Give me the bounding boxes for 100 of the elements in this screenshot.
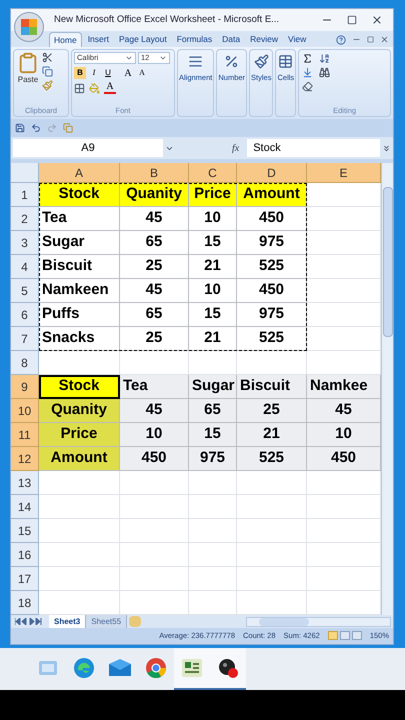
row-header[interactable]: 16	[11, 543, 39, 567]
row-header[interactable]: 1	[11, 183, 39, 207]
column-header[interactable]: B	[120, 163, 189, 183]
name-box[interactable]: A9	[13, 139, 163, 157]
vertical-scrollbar[interactable]	[381, 163, 393, 615]
restore-icon[interactable]	[367, 36, 374, 43]
borders-icon[interactable]	[74, 82, 85, 94]
row-header[interactable]: 11	[11, 423, 39, 447]
sheet-tab[interactable]: Sheet3	[49, 615, 86, 628]
row-header[interactable]: 3	[11, 231, 39, 255]
table-cell: Sugar	[189, 375, 237, 399]
column-header[interactable]: D	[237, 163, 307, 183]
undo-icon[interactable]	[31, 123, 41, 133]
table-cell: 525	[237, 255, 307, 279]
close-icon[interactable]	[380, 35, 389, 44]
fill-down-icon[interactable]	[302, 67, 314, 78]
office-button[interactable]	[14, 12, 44, 42]
ribbon-tab[interactable]: Formulas	[172, 32, 216, 47]
ribbon-tab[interactable]: Page Layout	[114, 32, 171, 47]
table-cell: Tea	[120, 375, 189, 399]
table-cell: 975	[237, 303, 307, 327]
formula-field[interactable]: Stock	[247, 139, 380, 157]
clear-icon[interactable]	[302, 81, 314, 92]
sort-icon[interactable]	[319, 53, 330, 64]
maximize-icon[interactable]	[347, 15, 357, 25]
table-cell: 45	[120, 207, 189, 231]
sheet-tab[interactable]: Sheet55	[86, 615, 128, 628]
table-cell: 975	[189, 447, 237, 471]
format-painter-icon[interactable]	[42, 80, 53, 91]
row-header[interactable]: 15	[11, 519, 39, 543]
table-cell: 525	[237, 327, 307, 351]
save-icon[interactable]	[15, 123, 25, 133]
table-cell: Namkeen	[39, 279, 120, 303]
table-cell: 10	[307, 423, 381, 447]
table-icon	[278, 54, 294, 69]
table-cell: 65	[120, 303, 189, 327]
table-cell: 45	[120, 279, 189, 303]
column-header[interactable]: C	[189, 163, 237, 183]
table-cell: 25	[120, 327, 189, 351]
shrink-font-button[interactable]: A	[136, 67, 148, 79]
table-cell: Amount	[237, 183, 307, 207]
table-cell: 65	[120, 231, 189, 255]
find-icon[interactable]	[319, 67, 330, 78]
close-icon[interactable]	[371, 14, 383, 26]
format-button[interactable]: U	[102, 67, 114, 79]
font-color-button[interactable]: A	[104, 82, 116, 94]
table-cell: 21	[237, 423, 307, 447]
sum-icon[interactable]	[302, 53, 314, 64]
row-header[interactable]: 13	[11, 471, 39, 495]
table-cell: 10	[120, 423, 189, 447]
table-cell: 10	[189, 207, 237, 231]
cut-icon[interactable]	[42, 52, 53, 63]
paste-button[interactable]: Paste	[14, 50, 42, 105]
copy-icon[interactable]	[42, 66, 53, 77]
row-header[interactable]: 4	[11, 255, 39, 279]
taskbar-button[interactable]	[210, 648, 246, 690]
help-icon[interactable]	[336, 34, 346, 44]
horizontal-scrollbar[interactable]	[246, 616, 391, 626]
format-button[interactable]: B	[74, 67, 86, 79]
format-button[interactable]: I	[88, 67, 100, 79]
window-title: New Microsoft Office Excel Worksheet - Microsoft E...	[54, 12, 280, 27]
table-cell: Stock	[39, 375, 120, 399]
browser-icon	[145, 657, 167, 679]
table-cell: 45	[120, 399, 189, 423]
table-cell: Quanity	[120, 183, 189, 207]
table-cell: 10	[189, 279, 237, 303]
percent-icon	[224, 54, 240, 69]
table-cell: Namkee	[307, 375, 381, 399]
column-header[interactable]: A	[39, 163, 120, 183]
ribbon-tab[interactable]: Data	[218, 32, 244, 47]
row-header[interactable]: 14	[11, 495, 39, 519]
table-cell: 25	[120, 255, 189, 279]
table-cell: 525	[237, 447, 307, 471]
row-header[interactable]: 2	[11, 207, 39, 231]
table-cell: 15	[189, 303, 237, 327]
ribbon-tab[interactable]: Home	[49, 32, 82, 47]
row-header[interactable]: 17	[11, 567, 39, 591]
grow-font-button[interactable]: A	[122, 67, 134, 79]
expand-icon[interactable]	[382, 144, 391, 152]
table-cell: 45	[307, 399, 381, 423]
ribbon-tab[interactable]: Review	[246, 32, 282, 47]
row-header[interactable]: 9	[11, 375, 39, 399]
row-header[interactable]: 12	[11, 447, 39, 471]
row-header[interactable]: 8	[11, 351, 39, 375]
fill-color-icon[interactable]	[89, 82, 100, 94]
caret-icon	[125, 54, 133, 62]
row-header[interactable]: 7	[11, 327, 39, 351]
row-header[interactable]: 18	[11, 591, 39, 615]
ribbon-tab[interactable]: View	[284, 32, 310, 47]
column-header[interactable]: E	[307, 163, 381, 183]
mail-icon	[108, 659, 132, 677]
ribbon-tab[interactable]: Insert	[84, 32, 113, 47]
table-cell: Stock	[39, 183, 120, 207]
row-header[interactable]: 10	[11, 399, 39, 423]
row-header[interactable]: 5	[11, 279, 39, 303]
row-header[interactable]: 6	[11, 303, 39, 327]
table-cell: Quanity	[39, 399, 120, 423]
table-cell: 450	[237, 207, 307, 231]
table-cell: Biscuit	[39, 255, 120, 279]
table-cell: 450	[237, 279, 307, 303]
